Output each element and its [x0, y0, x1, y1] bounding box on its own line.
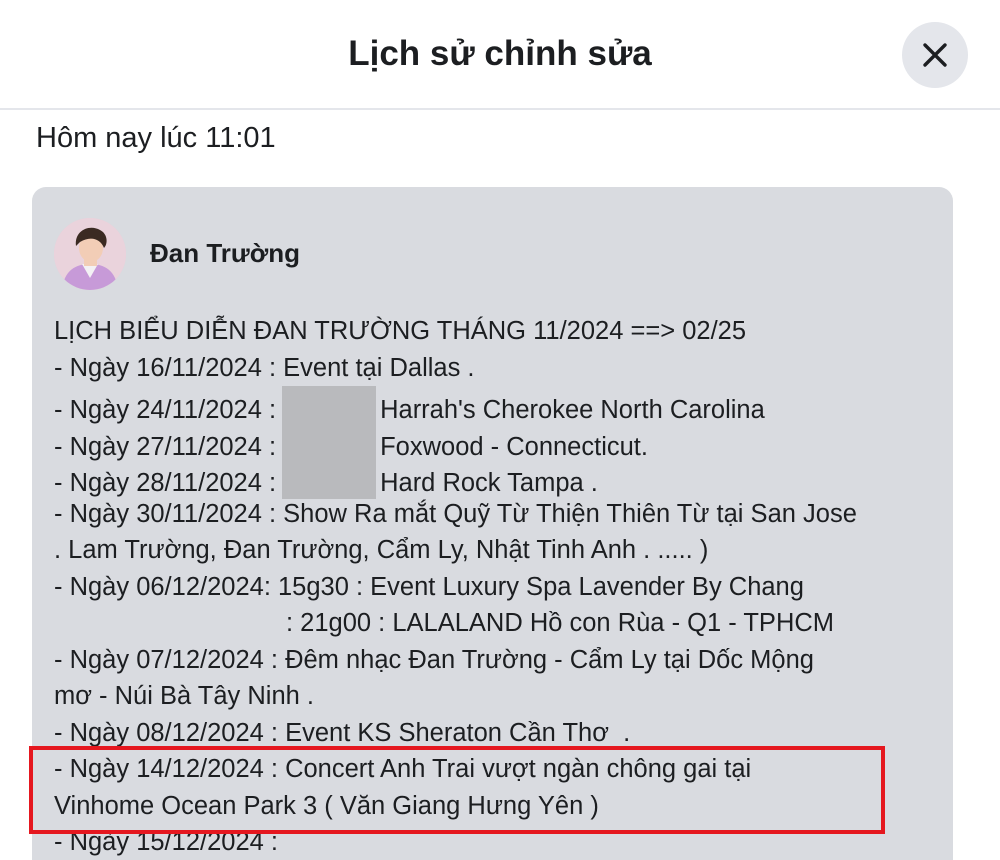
post-line-venue: Foxwood - Connecticut.	[380, 432, 648, 461]
post-line: - Ngày 07/12/2024 : Đêm nhạc Đan Trường …	[54, 645, 814, 674]
close-icon	[923, 43, 947, 67]
redacted-block	[282, 386, 377, 426]
post-line-date: - Ngày 24/11/2024 :	[54, 396, 277, 424]
post-line: - Ngày 24/11/2024 : Harrah's Cherokee Nor…	[54, 386, 944, 426]
post-line: mơ - Núi Bà Tây Ninh .	[54, 682, 314, 710]
post-line-date: - Ngày 27/11/2024 :	[54, 432, 277, 461]
edit-history-dialog: Lịch sử chỉnh sửa Hôm nay lúc 11:01 Đan …	[0, 0, 1000, 860]
post-line: - Ngày 16/11/2024 : Event tại Dallas .	[54, 353, 475, 382]
close-button[interactable]	[902, 22, 968, 88]
dialog-header: Lịch sử chỉnh sửa	[0, 0, 1000, 110]
post-line: - Ngày 30/11/2024 : Show Ra mắt Quỹ Từ T…	[54, 499, 857, 528]
post-line: - Ngày 06/12/2024: 15g30 : Event Luxury …	[54, 572, 804, 601]
edit-timestamp: Hôm nay lúc 11:01	[36, 122, 276, 154]
post-line: Vinhome Ocean Park 3 ( Văn Giang Hưng Yê…	[54, 791, 599, 820]
post-line: - Ngày 27/11/2024 : Foxwood - Connecticut…	[54, 422, 944, 463]
redacted-block	[282, 459, 377, 499]
avatar-image	[54, 218, 126, 290]
post-line: : 21g00 : LALALAND Hồ con Rùa - Q1 - TPH…	[54, 605, 944, 642]
avatar[interactable]	[54, 218, 126, 290]
dialog-title: Lịch sử chỉnh sửa	[348, 34, 652, 73]
post-line: - Ngày 14/12/2024 : Concert Anh Trai vượ…	[54, 755, 752, 783]
post-line-venue: Harrah's Cherokee North Carolina	[380, 396, 765, 424]
redacted-block	[282, 422, 377, 463]
post-line-text: : 21g00 : LALALAND Hồ con Rùa - Q1 - TPH…	[286, 609, 835, 637]
post-content: LỊCH BIỂU DIỄN ĐAN TRƯỜNG THÁNG 11/2024 …	[54, 313, 944, 860]
post-line: - Ngày 15/12/2024 :	[54, 828, 278, 856]
post-line: - Ngày 08/12/2024 : Event KS Sheraton Cầ…	[54, 718, 631, 747]
post-line: LỊCH BIỂU DIỄN ĐAN TRƯỜNG THÁNG 11/2024 …	[54, 317, 747, 345]
post-line-venue: Hard Rock Tampa .	[380, 469, 598, 497]
post-line: . Lam Trường, Đan Trường, Cẩm Ly, Nhật T…	[54, 536, 709, 564]
post-author[interactable]: Đan Trường	[150, 238, 300, 269]
post-card: Đan Trường LỊCH BIỂU DIỄN ĐAN TRƯỜNG THÁ…	[32, 187, 953, 860]
post-line: - Ngày 28/11/2024 : Hard Rock Tampa .	[54, 459, 944, 499]
post-line-date: - Ngày 28/11/2024 :	[54, 469, 277, 497]
